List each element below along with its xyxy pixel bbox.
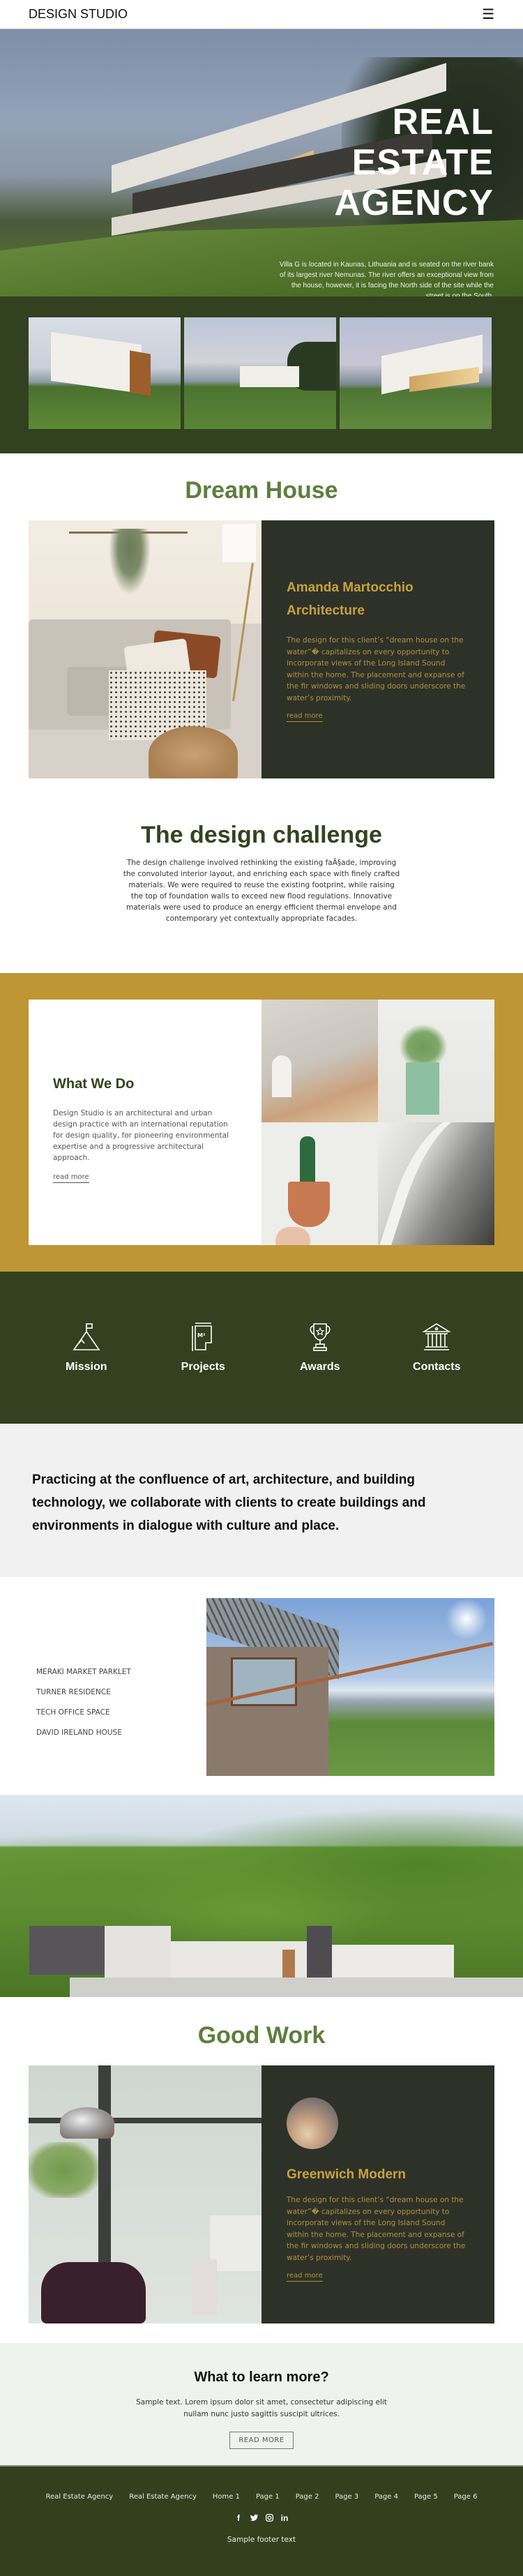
grid-image-curves: [378, 1122, 494, 1245]
feature-awards[interactable]: Awards: [278, 1322, 362, 1373]
footer-link[interactable]: Page 3: [335, 2493, 358, 2501]
learn-more-text: Sample text. Lorem ipsum dolor sit amet,…: [136, 2398, 387, 2418]
what-we-do-panel: What We Do Design Studio is an architect…: [29, 1000, 262, 1245]
quote-text: Practicing at the confluence of art, arc…: [32, 1472, 426, 1533]
projects-list: MERAKI MARKET PARKLET TURNER RESIDENCE T…: [0, 1598, 206, 1795]
living-room-photo: [29, 520, 262, 778]
project-item[interactable]: TURNER RESIDENCE: [36, 1688, 206, 1696]
hero-title: REAL ESTATE AGENCY: [335, 102, 494, 223]
hero-title-line: REAL: [392, 102, 494, 142]
learn-more-section: What to learn more? Sample text. Lorem i…: [0, 2343, 523, 2465]
hero-title-line: ESTATE: [351, 142, 494, 183]
feature-projects[interactable]: M² Projects: [161, 1322, 245, 1373]
feature-label: Contacts: [413, 1361, 461, 1373]
hero-section: REAL ESTATE AGENCY Villa G is located in…: [0, 29, 523, 296]
feature-mission[interactable]: Mission: [45, 1322, 128, 1373]
facebook-icon[interactable]: f: [234, 2513, 243, 2523]
good-work-title: Good Work: [197, 2022, 326, 2049]
footer-link[interactable]: Page 2: [296, 2493, 319, 2501]
footer-nav: Real Estate Agency Real Estate Agency Ho…: [0, 2493, 523, 2501]
feature-label: Projects: [181, 1361, 225, 1373]
footer-link[interactable]: Page 4: [374, 2493, 398, 2501]
instagram-icon[interactable]: [264, 2513, 274, 2523]
project-item[interactable]: MERAKI MARKET PARKLET: [36, 1668, 206, 1676]
site-footer: Real Estate Agency Real Estate Agency Ho…: [0, 2465, 523, 2576]
footer-link[interactable]: Real Estate Agency: [129, 2493, 197, 2501]
read-more-button[interactable]: READ MORE: [229, 2432, 294, 2449]
svg-text:M²: M²: [197, 1332, 206, 1339]
what-we-do-text: Design Studio is an architectural and ur…: [53, 1109, 229, 1162]
modern-house-banner: [0, 1795, 523, 1997]
social-links: f in: [0, 2513, 523, 2523]
design-challenge-text: The design challenge involved rethinking…: [123, 859, 400, 923]
hero-title-line: AGENCY: [334, 183, 494, 223]
gallery-image-villa-lawn[interactable]: [184, 317, 336, 429]
image-grid: [262, 1000, 494, 1245]
dream-house-feature: Amanda Martocchio Architecture The desig…: [29, 520, 494, 778]
gallery-image-villa-side[interactable]: [29, 317, 181, 429]
hero-description: Villa G is located in Kaunas, Lithuania …: [279, 261, 494, 296]
read-more-link[interactable]: read more: [287, 712, 323, 722]
design-challenge-section: The design challenge The design challeng…: [0, 778, 523, 966]
linkedin-icon[interactable]: in: [280, 2513, 289, 2523]
project-avatar: [287, 2097, 338, 2149]
what-we-do-section: What We Do Design Studio is an architect…: [0, 973, 523, 1272]
footer-link[interactable]: Page 5: [414, 2493, 438, 2501]
gallery-image-villa-evening[interactable]: [340, 317, 492, 429]
features-row: Mission M² Projects Awards Contacts: [0, 1272, 523, 1424]
projects-section: MERAKI MARKET PARKLET TURNER RESIDENCE T…: [0, 1577, 523, 1795]
interior-lounge-photo: [29, 2065, 262, 2323]
read-more-link[interactable]: read more: [287, 2272, 323, 2282]
feature-label: Awards: [299, 1361, 340, 1373]
grid-image-succulent: [378, 1000, 494, 1122]
footer-link[interactable]: Page 6: [454, 2493, 478, 2501]
card-title: Greenwich Modern: [287, 2167, 407, 2182]
seaside-house-photo: [206, 1598, 494, 1776]
good-work-feature: Greenwich Modern The design for this cli…: [29, 2065, 494, 2323]
site-header: DESIGN STUDIO ☰: [0, 0, 523, 29]
footer-link[interactable]: Real Estate Agency: [46, 2493, 114, 2501]
trophy-icon: [310, 1323, 331, 1351]
mountain-flag-icon: [73, 1323, 100, 1350]
card-text: The design for this client’s “dream hous…: [287, 2196, 466, 2262]
greenwich-card: Greenwich Modern The design for this cli…: [262, 2065, 494, 2323]
quote-section: Practicing at the confluence of art, arc…: [0, 1424, 523, 1577]
dream-house-title: Dream House: [185, 477, 338, 504]
floor-plan-icon: M²: [192, 1323, 213, 1351]
card-text: The design for this client’s “dream hous…: [287, 636, 466, 702]
grid-image-fabric: [262, 1000, 378, 1122]
what-we-do-title: What We Do: [53, 1076, 135, 1092]
card-title: Amanda Martocchio Architecture: [287, 580, 414, 618]
footer-link[interactable]: Home 1: [213, 2493, 240, 2501]
bank-building-icon: [422, 1323, 452, 1350]
hamburger-icon[interactable]: ☰: [482, 8, 494, 22]
twitter-icon[interactable]: [249, 2513, 259, 2523]
feature-contacts[interactable]: Contacts: [395, 1322, 478, 1373]
project-item[interactable]: DAVID IRELAND HOUSE: [36, 1728, 206, 1737]
footer-link[interactable]: Page 1: [256, 2493, 280, 2501]
footer-text: Sample footer text: [227, 2536, 296, 2544]
gallery-strip: [0, 296, 523, 453]
design-challenge-title: The design challenge: [141, 822, 382, 848]
learn-more-title: What to learn more?: [194, 2370, 329, 2385]
project-item[interactable]: TECH OFFICE SPACE: [36, 1708, 206, 1717]
grid-image-cactus-pot: [262, 1122, 378, 1245]
architecture-card: Amanda Martocchio Architecture The desig…: [262, 520, 494, 778]
feature-label: Mission: [65, 1361, 107, 1373]
site-logo[interactable]: DESIGN STUDIO: [29, 7, 128, 22]
read-more-link[interactable]: read more: [53, 1173, 89, 1183]
